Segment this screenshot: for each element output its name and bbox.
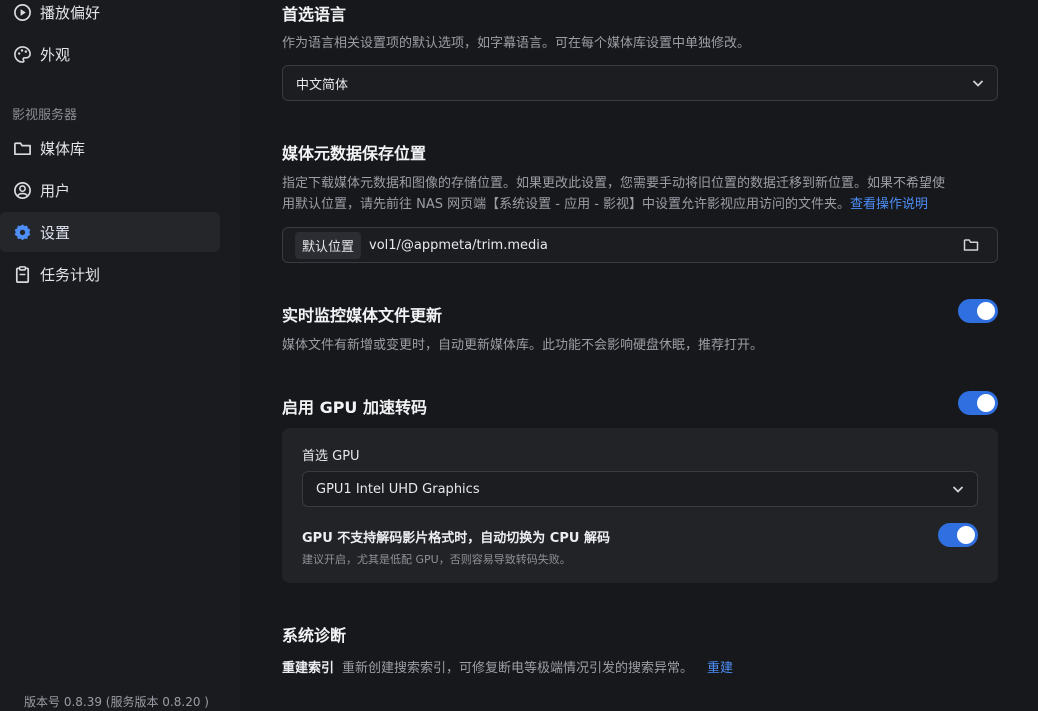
sidebar-item-tasks[interactable]: 任务计划 <box>0 254 220 294</box>
cpu-fallback-toggle[interactable] <box>938 523 978 547</box>
sidebar-item-label: 外观 <box>40 45 71 64</box>
sidebar-item-label: 设置 <box>40 223 71 242</box>
metadata-path-field[interactable]: 默认位置 vol1/@appmeta/trim.media <box>282 227 998 263</box>
sidebar-item-media-library[interactable]: 媒体库 <box>0 128 220 168</box>
language-select[interactable]: 中文简体 <box>282 65 998 101</box>
sidebar-item-appearance[interactable]: 外观 <box>0 34 220 74</box>
help-link[interactable]: 查看操作说明 <box>850 197 928 212</box>
preferred-gpu-value: GPU1 Intel UHD Graphics <box>316 481 480 497</box>
preferred-gpu-select[interactable]: GPU1 Intel UHD Graphics <box>302 471 978 507</box>
reindex-desc: 重新创建搜索索引，可修复断电等极端情况引发的搜索异常。 <box>342 661 694 676</box>
sidebar: 播放偏好 外观 影视服务器 媒体库 用户 设置 任务计划 版本号 0.8.39 … <box>0 0 240 711</box>
monitor-title: 实时监控媒体文件更新 <box>282 306 443 325</box>
metadata-path-value: vol1/@appmeta/trim.media <box>369 237 548 253</box>
chevron-down-icon <box>972 80 984 87</box>
metadata-desc-line2: 用默认位置，请先前往 NAS 网页端【系统设置 - 应用 - 影视】中设置允许影… <box>282 194 928 215</box>
reindex-row: 重建索引 重新创建搜索索引，可修复断电等极端情况引发的搜索异常。 重建 <box>282 657 733 676</box>
preferred-gpu-label: 首选 GPU <box>302 449 360 464</box>
gpu-options-panel: 首选 GPU GPU1 Intel UHD Graphics GPU 不支持解码… <box>282 428 998 583</box>
chevron-down-icon <box>952 486 964 493</box>
toggle-knob <box>977 302 995 320</box>
cpu-fallback-desc: 建议开启，尤其是低配 GPU，否则容易导致转码失败。 <box>302 553 571 566</box>
monitor-toggle[interactable] <box>958 299 998 323</box>
settings-panel: 首选语言 作为语言相关设置项的默认选项，如字幕语言。可在每个媒体库设置中单独修改… <box>240 0 1038 711</box>
sidebar-item-playback[interactable]: 播放偏好 <box>0 0 220 32</box>
palette-icon <box>12 44 32 64</box>
sidebar-item-label: 媒体库 <box>40 139 86 158</box>
language-desc: 作为语言相关设置项的默认选项，如字幕语言。可在每个媒体库设置中单独修改。 <box>282 36 751 51</box>
cpu-fallback-title: GPU 不支持解码影片格式时，自动切换为 CPU 解码 <box>302 531 610 546</box>
diagnostics-title: 系统诊断 <box>282 626 347 645</box>
folder-icon[interactable] <box>963 237 979 253</box>
app-window: 播放偏好 外观 影视服务器 媒体库 用户 设置 任务计划 版本号 0.8.39 … <box>0 0 1038 711</box>
play-circle-icon <box>12 2 32 22</box>
metadata-desc-line1: 指定下载媒体元数据和图像的存储位置。如果更改此设置，您需要手动将旧位置的数据迁移… <box>282 176 946 191</box>
sidebar-item-settings[interactable]: 设置 <box>0 212 220 252</box>
gear-icon <box>12 222 32 242</box>
sidebar-item-label: 任务计划 <box>40 265 101 284</box>
version-text: 版本号 0.8.39 (服务版本 0.8.20 ) <box>24 695 209 709</box>
clipboard-icon <box>12 264 32 284</box>
monitor-desc: 媒体文件有新增或变更时，自动更新媒体库。此功能不会影响硬盘休眠，推荐打开。 <box>282 338 764 353</box>
sidebar-item-label: 用户 <box>40 181 71 200</box>
language-title: 首选语言 <box>282 5 347 24</box>
folder-icon <box>12 138 32 158</box>
sidebar-item-label: 播放偏好 <box>40 3 101 22</box>
user-circle-icon <box>12 180 32 200</box>
default-location-tag: 默认位置 <box>295 231 362 259</box>
reindex-name: 重建索引 <box>282 661 335 676</box>
metadata-desc-text: 用默认位置，请先前往 NAS 网页端【系统设置 - 应用 - 影视】中设置允许影… <box>282 197 851 212</box>
gpu-toggle[interactable] <box>958 391 998 415</box>
language-select-value: 中文简体 <box>296 77 349 93</box>
sidebar-item-users[interactable]: 用户 <box>0 170 220 210</box>
reindex-button[interactable]: 重建 <box>707 657 733 676</box>
gpu-title: 启用 GPU 加速转码 <box>282 398 427 417</box>
toggle-knob <box>957 526 975 544</box>
sidebar-section-label: 影视服务器 <box>12 108 78 123</box>
metadata-title: 媒体元数据保存位置 <box>282 144 427 163</box>
toggle-knob <box>977 394 995 412</box>
